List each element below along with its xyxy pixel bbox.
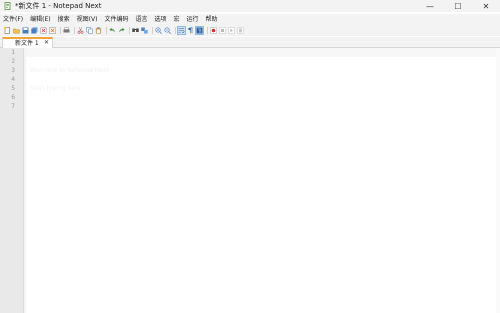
line-number: 6 xyxy=(11,94,15,101)
stop-macro-icon[interactable] xyxy=(219,27,226,34)
vertical-scrollbar[interactable] xyxy=(496,48,500,313)
toolbar-separator xyxy=(60,27,61,34)
minimize-button[interactable]: — xyxy=(416,0,444,12)
menu-encoding[interactable]: 文件编码 xyxy=(104,14,128,25)
save-all-icon[interactable] xyxy=(31,27,38,34)
menu-edit[interactable]: 编辑(E) xyxy=(30,14,50,25)
menu-help[interactable]: 帮助 xyxy=(206,14,218,25)
cut-icon[interactable] xyxy=(77,27,84,34)
replace-icon[interactable] xyxy=(141,27,148,34)
menu-language[interactable]: 语言 xyxy=(135,14,147,25)
zoom-in-icon[interactable] xyxy=(155,27,162,34)
menu-macro[interactable]: 宏 xyxy=(173,14,179,25)
undo-icon[interactable] xyxy=(109,27,116,34)
line-number-gutter: 1 2 3 4 5 6 7 xyxy=(0,48,24,313)
find-icon[interactable] xyxy=(132,27,139,34)
faint-text-line: Start typing here xyxy=(30,85,81,92)
zoom-out-icon[interactable] xyxy=(164,27,171,34)
play-macro-icon[interactable] xyxy=(228,27,235,34)
notepad-window: *新文件 1 - Notepad Next — ☐ ✕ 文件(F) 编辑(E) … xyxy=(0,0,500,313)
current-line-highlight xyxy=(26,48,496,57)
toolbar xyxy=(0,25,500,36)
tab-new-file-1[interactable]: 新文件 1 ✕ xyxy=(2,37,53,56)
notepad-app-icon xyxy=(4,2,12,10)
close-all-icon[interactable] xyxy=(49,27,56,34)
menu-search[interactable]: 搜索 xyxy=(58,14,70,25)
menu-file[interactable]: 文件(F) xyxy=(3,14,23,25)
toolbar-separator xyxy=(129,27,130,34)
faint-text-line: Welcome to Notepad Next xyxy=(30,67,109,74)
open-file-icon[interactable] xyxy=(13,27,20,34)
toolbar-separator xyxy=(106,27,107,34)
copy-icon[interactable] xyxy=(86,27,93,34)
toolbar-separator xyxy=(207,27,208,34)
menu-bar: 文件(F) 编辑(E) 搜索 视图(V) 文件编码 语言 选项 宏 运行 帮助 xyxy=(0,14,500,25)
print-icon[interactable] xyxy=(63,27,70,34)
line-number: 7 xyxy=(11,103,15,110)
menu-run[interactable]: 运行 xyxy=(187,14,199,25)
paste-icon[interactable] xyxy=(95,27,102,34)
line-number: 5 xyxy=(11,85,15,92)
tab-bar: 新文件 1 ✕ xyxy=(0,37,500,56)
window-controls: — ☐ ✕ xyxy=(416,0,500,12)
save-macro-icon[interactable] xyxy=(237,27,244,34)
title-bar: *新文件 1 - Notepad Next — ☐ ✕ xyxy=(0,0,500,12)
menu-view[interactable]: 视图(V) xyxy=(77,14,98,25)
window-title: *新文件 1 - Notepad Next xyxy=(15,2,102,10)
tab-close-button[interactable]: ✕ xyxy=(44,39,49,47)
indent-guide-icon[interactable] xyxy=(195,26,204,35)
unsaved-file-icon xyxy=(6,41,12,56)
line-number: 2 xyxy=(11,58,15,65)
line-number: 1 xyxy=(11,49,15,56)
close-window-button[interactable]: ✕ xyxy=(472,0,500,12)
line-number: 3 xyxy=(11,67,15,74)
menu-settings[interactable]: 选项 xyxy=(154,14,166,25)
text-editor[interactable]: 1 2 3 4 5 6 7 Welcome to Notepad Next St… xyxy=(0,48,500,313)
toolbar-separator xyxy=(152,27,153,34)
save-icon[interactable] xyxy=(22,27,29,34)
word-wrap-icon[interactable] xyxy=(177,26,186,35)
show-all-chars-icon[interactable] xyxy=(187,27,194,34)
record-macro-icon[interactable] xyxy=(210,27,217,34)
toolbar-separator xyxy=(175,27,176,34)
fold-margin[interactable] xyxy=(24,48,26,313)
redo-icon[interactable] xyxy=(118,27,125,34)
maximize-button[interactable]: ☐ xyxy=(444,0,472,12)
line-number: 4 xyxy=(11,76,15,83)
new-file-icon[interactable] xyxy=(4,27,11,34)
toolbar-separator xyxy=(74,27,75,34)
tab-label: 新文件 1 xyxy=(15,39,39,47)
close-icon[interactable] xyxy=(40,27,47,34)
